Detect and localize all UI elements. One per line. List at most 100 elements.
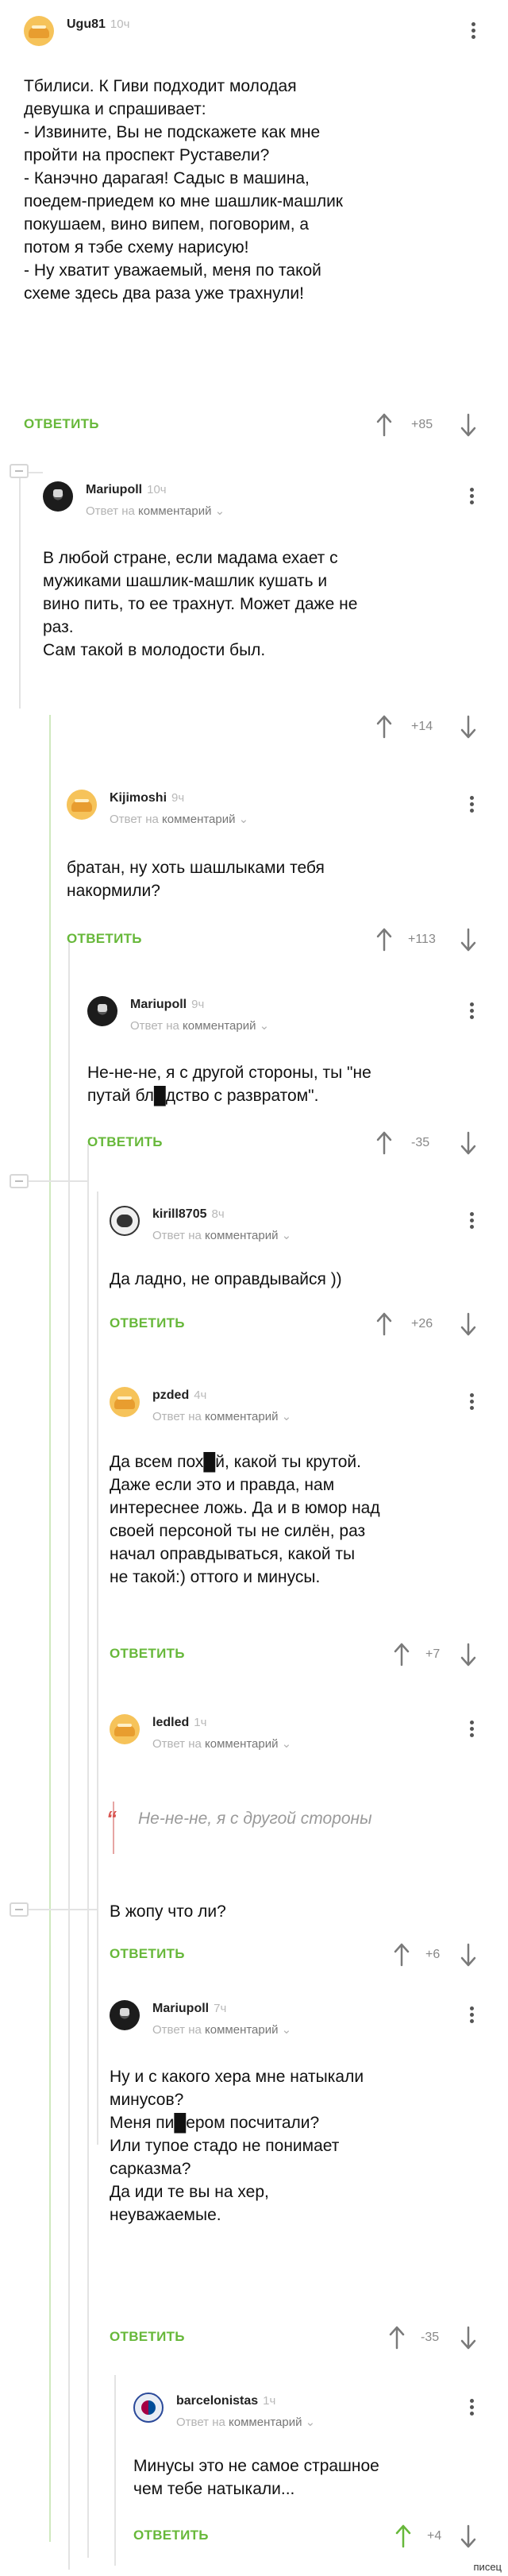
more-menu-icon[interactable]: [471, 22, 476, 41]
upvote-icon[interactable]: [376, 413, 392, 437]
vote-controls: +85: [376, 413, 484, 437]
comment-text: Да всем пох█й, какой ты крутой. Даже если…: [110, 1453, 380, 1586]
rating-value: +14: [411, 720, 433, 733]
comment-header: barcelonistas 1ч Ответ на комментарий ⌄: [133, 2391, 484, 2435]
downvote-icon[interactable]: [460, 413, 476, 437]
more-menu-icon[interactable]: [470, 1002, 475, 1022]
more-menu-icon[interactable]: [470, 796, 475, 815]
rating-value: +85: [411, 418, 433, 431]
username[interactable]: Kijimoshi 9ч: [110, 791, 184, 805]
reply-to-link[interactable]: Ответ на комментарий ⌄: [130, 1018, 269, 1033]
reply-button[interactable]: ОТВЕТИТЬ: [110, 1315, 185, 1331]
upvote-icon[interactable]: [389, 2326, 405, 2350]
username[interactable]: Mariupoll 9ч: [130, 998, 204, 1012]
avatar[interactable]: [110, 1387, 140, 1417]
reply-button[interactable]: ОТВЕТИТЬ: [67, 931, 142, 947]
thread-rail: [68, 941, 70, 2570]
downvote-icon[interactable]: [460, 715, 476, 739]
collapse-thread-button[interactable]: [10, 464, 29, 478]
reply-button[interactable]: ОТВЕТИТЬ: [110, 2329, 185, 2345]
more-menu-icon[interactable]: [470, 1721, 475, 1740]
reply-button[interactable]: ОТВЕТИТЬ: [87, 1134, 163, 1150]
comment-time: 9ч: [191, 998, 205, 1011]
comment-text: Тбилиси. К Гиви подходит молодая девушка …: [24, 77, 343, 303]
avatar[interactable]: [133, 2393, 164, 2423]
chevron-down-icon: ⌄: [238, 813, 249, 826]
downvote-icon[interactable]: [460, 2326, 476, 2350]
collapse-thread-button[interactable]: [10, 1902, 29, 1917]
upvote-icon[interactable]: [394, 1943, 410, 1967]
collapse-thread-button[interactable]: [10, 1174, 29, 1188]
reply-to-link[interactable]: Ответ на комментарий ⌄: [152, 2022, 291, 2037]
more-menu-icon[interactable]: [470, 2006, 475, 2026]
comment-header: Mariupoll 9ч Ответ на комментарий ⌄: [87, 994, 484, 1039]
chevron-down-icon: ⌄: [281, 1229, 292, 1242]
avatar[interactable]: [110, 1714, 140, 1744]
upvote-icon[interactable]: [395, 2524, 411, 2548]
comment: kirill8705 8ч Ответ на комментарий ⌄ Да л…: [110, 1204, 508, 1347]
comment-header: kirill8705 8ч Ответ на комментарий ⌄: [110, 1204, 484, 1249]
username[interactable]: barcelonistas 1ч: [176, 2394, 275, 2408]
more-menu-icon[interactable]: [470, 1212, 475, 1231]
upvote-icon[interactable]: [376, 715, 392, 739]
vote-controls: +113: [376, 928, 484, 952]
username[interactable]: Ugu81 10ч: [67, 17, 129, 32]
downvote-icon[interactable]: [460, 928, 476, 952]
downvote-icon[interactable]: [460, 2524, 476, 2548]
comment-time: 10ч: [147, 483, 167, 496]
thread-rail: [114, 2375, 116, 2566]
downvote-icon[interactable]: [460, 1643, 476, 1666]
chevron-down-icon: ⌄: [214, 504, 225, 518]
reply-to-link[interactable]: Ответ на комментарий ⌄: [152, 1736, 291, 1751]
username[interactable]: Mariupoll 10ч: [86, 483, 167, 497]
vote-controls: -35: [389, 2326, 484, 2350]
reply-button[interactable]: ОТВЕТИТЬ: [133, 2528, 209, 2543]
reply-to-link[interactable]: Ответ на комментарий ⌄: [176, 2415, 315, 2429]
reply-to-link[interactable]: Ответ на комментарий ⌄: [86, 504, 225, 518]
thread-branch: [29, 472, 43, 473]
comment-text: Не-не-не, я с другой стороны, ты "не пута…: [87, 1064, 371, 1105]
comment-time: 10ч: [110, 17, 130, 31]
comment-header: Kijimoshi 9ч Ответ на комментарий ⌄: [67, 788, 484, 832]
more-menu-icon[interactable]: [470, 1393, 475, 1412]
thread-rail: [97, 1191, 98, 2145]
comment-header: ledled 1ч Ответ на комментарий ⌄: [110, 1713, 484, 1757]
reply-button[interactable]: ОТВЕТИТЬ: [24, 416, 99, 432]
avatar[interactable]: [43, 481, 73, 512]
upvote-icon[interactable]: [376, 1131, 392, 1155]
avatar[interactable]: [67, 790, 97, 820]
upvote-icon[interactable]: [376, 1312, 392, 1336]
reply-button[interactable]: ОТВЕТИТЬ: [110, 1946, 185, 1962]
username[interactable]: kirill8705 8ч: [152, 1207, 225, 1222]
more-menu-icon[interactable]: [470, 488, 475, 507]
downvote-icon[interactable]: [460, 1131, 476, 1155]
avatar[interactable]: [87, 996, 117, 1026]
username[interactable]: Mariupoll 7ч: [152, 2002, 226, 2016]
rating-value: -35: [411, 1136, 430, 1149]
avatar[interactable]: [24, 16, 54, 46]
rating-value: -35: [421, 2331, 440, 2344]
comment-time: 8ч: [211, 1207, 225, 1221]
upvote-icon[interactable]: [376, 928, 392, 952]
reply-to-link[interactable]: Ответ на комментарий ⌄: [110, 812, 248, 826]
downvote-icon[interactable]: [460, 1943, 476, 1967]
downvote-icon[interactable]: [460, 1312, 476, 1336]
thread-branch: [29, 1180, 87, 1182]
comment-time: 7ч: [214, 2002, 227, 2015]
comment-text: В любой стране, если мадама ехает с мужик…: [43, 549, 358, 659]
reply-to-link[interactable]: Ответ на комментарий ⌄: [152, 1228, 291, 1242]
upvote-icon[interactable]: [394, 1643, 410, 1666]
username[interactable]: ledled 1ч: [152, 1716, 206, 1730]
avatar[interactable]: [110, 2000, 140, 2030]
watermark: писец: [473, 2561, 502, 2573]
more-menu-icon[interactable]: [470, 2399, 475, 2418]
comment: Mariupoll 7ч Ответ на комментарий ⌄ Ну и …: [110, 1999, 508, 2350]
reply-to-link[interactable]: Ответ на комментарий ⌄: [152, 1409, 291, 1423]
avatar[interactable]: [110, 1206, 140, 1236]
username[interactable]: pzded 4ч: [152, 1388, 206, 1403]
rating-value: +113: [408, 933, 436, 946]
reply-button[interactable]: ОТВЕТИТЬ: [110, 1646, 185, 1662]
comment-header: Mariupoll 10ч Ответ на комментарий ⌄: [43, 480, 484, 524]
comment: Mariupoll 10ч Ответ на комментарий ⌄ В лю…: [43, 480, 508, 739]
rating-value: +26: [411, 1317, 433, 1330]
